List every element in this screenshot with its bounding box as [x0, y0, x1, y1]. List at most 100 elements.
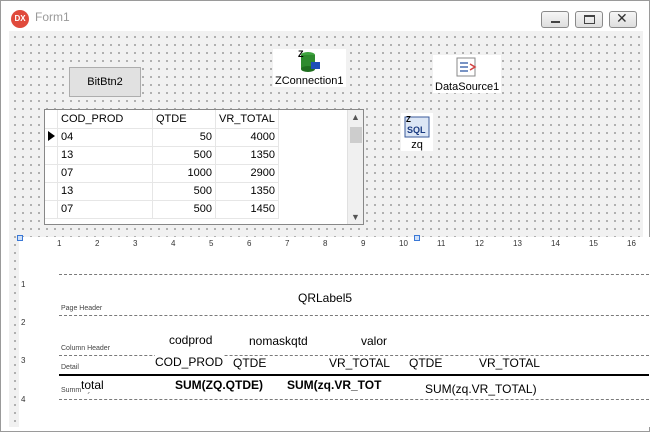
close-icon: ✕	[616, 10, 628, 26]
ruler-tick: 7	[285, 239, 290, 248]
grid-vertical-scrollbar[interactable]: ▲ ▼	[347, 110, 363, 224]
datasource-icon	[454, 55, 480, 81]
qtde-field[interactable]: QTDE	[233, 356, 267, 370]
grid-cell[interactable]: 13	[57, 182, 153, 201]
horizontal-ruler: 1 2 3 4 5 6 7 8 9 10 11 12 13 14 15 16	[19, 237, 641, 255]
grid-cell[interactable]: 4000	[215, 128, 279, 147]
title-bar[interactable]: DX Form1 ✕	[1, 1, 649, 31]
vruler-tick: 4	[21, 395, 26, 404]
row-indicator	[45, 164, 58, 183]
grid-header-cell[interactable]: QTDE	[152, 110, 216, 129]
zconnection-component[interactable]: Z ZConnection1	[273, 49, 346, 87]
svg-text:Z: Z	[298, 49, 304, 59]
row-indicator	[45, 146, 58, 165]
app-logo-icon: DX	[11, 10, 29, 28]
cod-prod-field[interactable]: COD_PROD	[155, 355, 224, 369]
sum-vr-total-expr-bold[interactable]: SUM(zq.VR_TOT	[287, 378, 382, 392]
codprod-label[interactable]: codprod	[169, 333, 213, 347]
table-row[interactable]: 07 1000 2900	[45, 164, 279, 183]
zq-label: zq	[411, 139, 423, 151]
vruler-tick: 2	[21, 318, 26, 327]
grid-cell[interactable]: 1450	[215, 200, 279, 219]
minimize-icon	[551, 21, 560, 23]
datasource-label: DataSource1	[435, 81, 500, 93]
vertical-ruler: 1 2 3 4	[19, 255, 59, 427]
scroll-thumb[interactable]	[350, 127, 362, 143]
valor-label[interactable]: valor	[361, 334, 388, 348]
vr-total-field[interactable]: VR_TOTAL	[329, 356, 390, 370]
bitbtn2-button[interactable]: BitBtn2	[69, 67, 141, 97]
row-indicator	[45, 182, 58, 201]
ruler-tick: 16	[627, 239, 636, 248]
grid-cell[interactable]: 1000	[152, 164, 216, 183]
grid-cell[interactable]: 13	[57, 146, 153, 165]
vruler-tick: 3	[21, 356, 26, 365]
grid-cell[interactable]: 07	[57, 164, 153, 183]
grid-cell[interactable]: 1350	[215, 182, 279, 201]
grid-cell[interactable]: 500	[152, 182, 216, 201]
detail-band-label: Detail	[61, 364, 79, 371]
grid-cell[interactable]: 2900	[215, 164, 279, 183]
column-header-band[interactable]	[59, 316, 649, 356]
ruler-tick: 15	[589, 239, 598, 248]
sql-query-icon: SQL Z	[404, 113, 430, 139]
svg-text:SQL: SQL	[407, 125, 426, 135]
quickreport-designer[interactable]: 1 2 3 4 5 6 7 8 9 10 11 12 13 14 15 16 1 2 3 4 Page Hea…	[17, 235, 650, 427]
window-title: Form1	[35, 10, 70, 24]
page-header-band-label: Page Header	[61, 305, 103, 312]
form-design-surface[interactable]: BitBtn2 Z ZConnection1 DataSource1 SQL Z…	[9, 31, 650, 427]
scroll-down-icon[interactable]: ▼	[351, 212, 360, 222]
qrlabel5[interactable]: QRLabel5	[298, 291, 353, 305]
grid-cell[interactable]: 04	[57, 128, 153, 147]
maximize-button[interactable]	[575, 11, 603, 28]
ruler-tick: 1	[57, 239, 62, 248]
grid-cell[interactable]: 1350	[215, 146, 279, 165]
column-header-band-label: Column Header	[61, 345, 111, 352]
grid-cell[interactable]: 500	[152, 200, 216, 219]
ruler-tick: 2	[95, 239, 100, 248]
ruler-tick: 4	[171, 239, 176, 248]
ruler-tick: 6	[247, 239, 252, 248]
grid-header-cell[interactable]: COD_PROD	[57, 110, 153, 129]
grid-indicator-header	[45, 110, 58, 129]
zq-query-component[interactable]: SQL Z zq	[401, 113, 433, 151]
table-row[interactable]: 07 500 1450	[45, 200, 279, 219]
ruler-tick: 5	[209, 239, 214, 248]
ruler-tick: 8	[323, 239, 328, 248]
table-row[interactable]: 04 50 4000	[45, 128, 279, 147]
ruler-tick: 12	[475, 239, 484, 248]
ruler-tick: 3	[133, 239, 138, 248]
grid-cell[interactable]: 50	[152, 128, 216, 147]
datasource-component[interactable]: DataSource1	[433, 55, 502, 93]
grid-header-row: COD_PROD QTDE VR_TOTAL	[45, 110, 279, 129]
dbgrid[interactable]: COD_PROD QTDE VR_TOTAL 04 50 4000 13 500…	[44, 109, 364, 225]
grid-header-cell[interactable]: VR_TOTAL	[215, 110, 279, 129]
ruler-tick: 10	[399, 239, 408, 248]
table-row[interactable]: 13 500 1350	[45, 182, 279, 201]
sum-vr-total-expr[interactable]: SUM(zq.VR_TOTAL)	[425, 382, 537, 396]
ruler-tick: 13	[513, 239, 522, 248]
vr-total-field-2[interactable]: VR_TOTAL	[479, 356, 540, 370]
scroll-up-icon[interactable]: ▲	[351, 112, 360, 122]
ruler-tick: 14	[551, 239, 560, 248]
report-selection-handle[interactable]	[17, 235, 23, 241]
ruler-tick: 11	[437, 239, 446, 248]
table-row[interactable]: 13 500 1350	[45, 146, 279, 165]
report-selection-handle[interactable]	[414, 235, 420, 241]
close-button[interactable]: ✕	[609, 10, 637, 28]
grid-cell[interactable]: 500	[152, 146, 216, 165]
qtde-field-2[interactable]: QTDE	[409, 356, 443, 370]
total-label[interactable]: total	[81, 378, 104, 392]
grid-cell[interactable]: 07	[57, 200, 153, 219]
ruler-tick: 9	[361, 239, 366, 248]
minimize-button[interactable]	[541, 11, 569, 28]
database-connection-icon: Z	[296, 49, 322, 75]
form-window: DX Form1 ✕ BitBtn2 Z ZConnection1 DataSo…	[0, 0, 650, 432]
current-row-arrow-icon	[45, 128, 58, 147]
page-header-band[interactable]	[59, 274, 649, 316]
zconnection-label: ZConnection1	[275, 75, 344, 87]
row-indicator	[45, 200, 58, 219]
sum-qtde-expr[interactable]: SUM(ZQ.QTDE)	[175, 378, 263, 392]
nomaskqtd-label[interactable]: nomaskqtd	[249, 334, 308, 348]
maximize-icon	[584, 15, 595, 24]
